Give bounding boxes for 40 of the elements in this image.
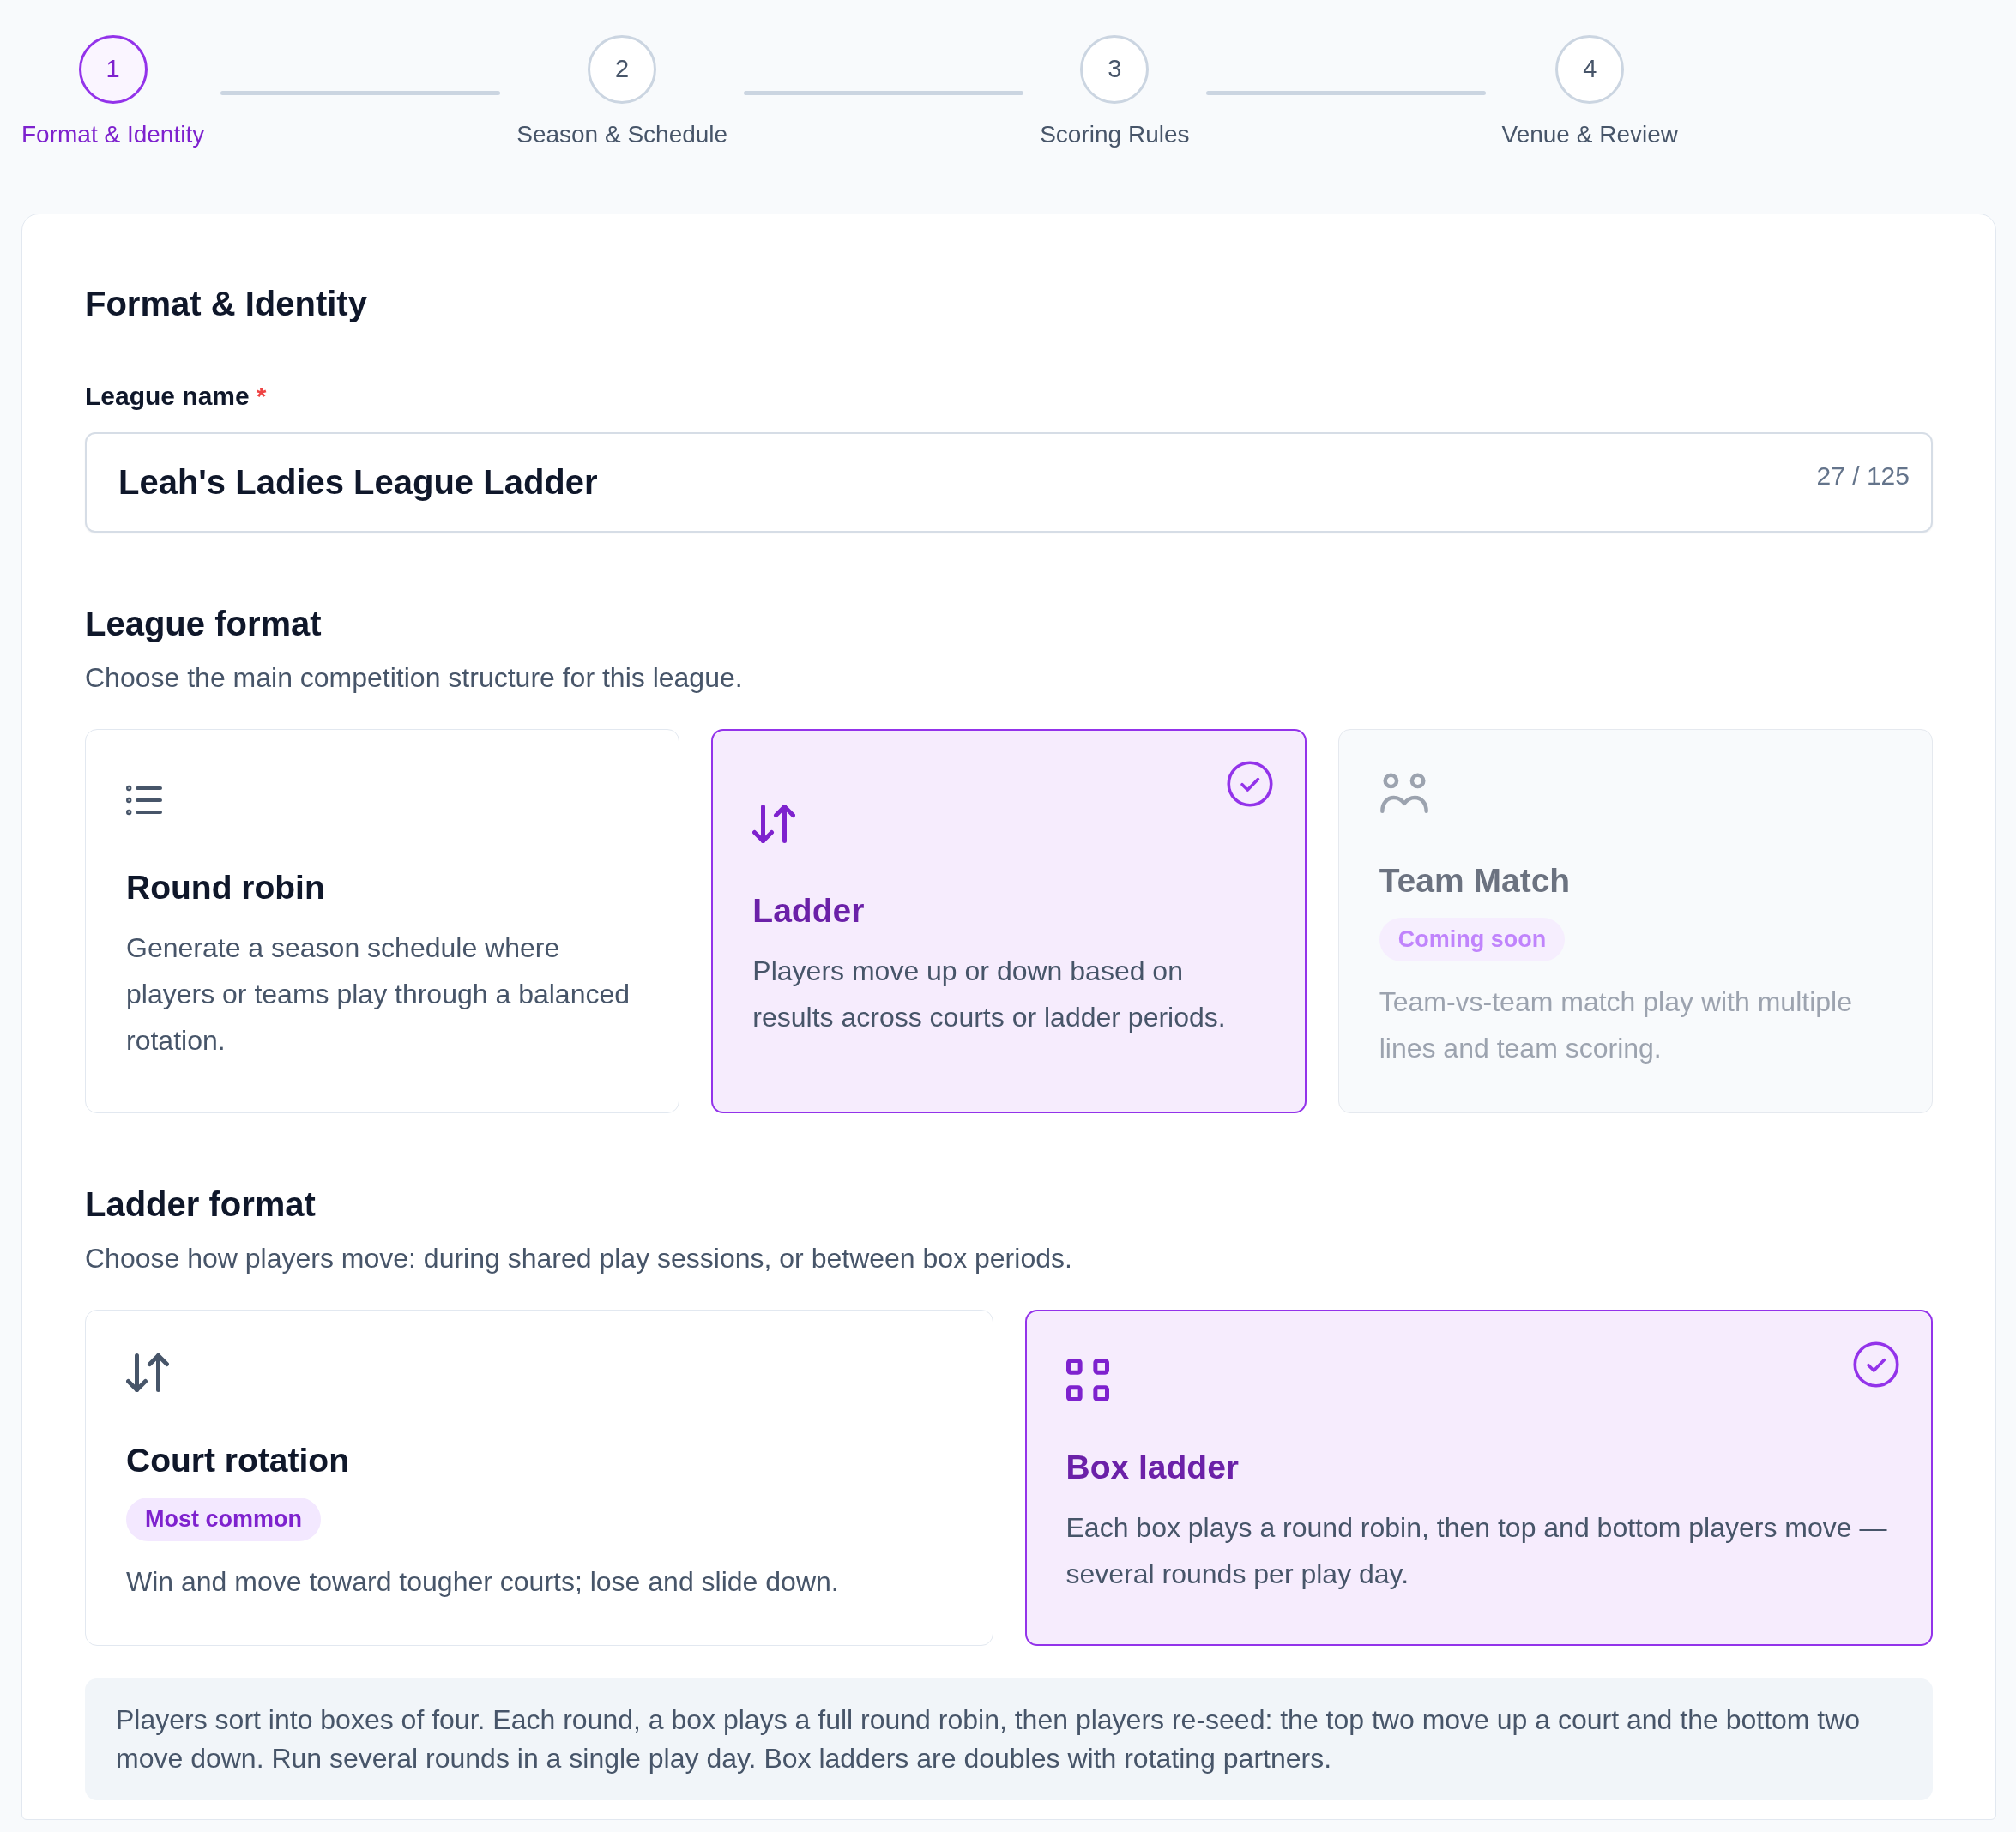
step-indicator[interactable]: 3 <box>1080 35 1150 104</box>
check-circle-icon <box>1853 1341 1899 1388</box>
step-indicator[interactable]: 4 <box>1555 35 1625 104</box>
step-indicator[interactable]: 1 <box>78 35 148 104</box>
option-badge: Most common <box>126 1497 321 1541</box>
option-title: Round robin <box>126 868 326 907</box>
check-circle-icon <box>1226 761 1273 807</box>
format-option-card[interactable]: Ladder Players move up or down based on results across courts or ladder periods. <box>711 729 1307 1113</box>
option-title: Court rotation <box>126 1440 350 1480</box>
option-title: Ladder <box>752 891 866 931</box>
up-down-arrows-icon <box>752 804 796 843</box>
character-counter: 27 / 125 <box>1816 461 1910 491</box>
option-title: Team Match <box>1379 860 1572 901</box>
ladder-option-card[interactable]: Box ladder Each box plays a round robin, then top and bottom players move — several rounds per play day. <box>1024 1310 1933 1646</box>
option-description: Generate a season schedule where players or teams play through a balanced rotation. <box>126 931 631 1058</box>
format-option-card[interactable]: Round robin Generate a season schedule where players or teams play through a balanced rotation. <box>85 729 680 1113</box>
step-label: Venue & Review <box>1501 120 1678 149</box>
step-label: Format & Identity <box>21 120 205 149</box>
up-down-arrows-icon <box>126 1353 169 1392</box>
info-note: Players sort into boxes of four. Each round, a box plays a full round robin, then players re-seed: the top two move up a court and the bottom two move down. Run several rounds in a single play day. Box ladders are doubles with rotating partners. <box>85 1678 1933 1800</box>
four-squares-icon <box>1065 1359 1109 1401</box>
section-title: Format & Identity <box>85 284 368 324</box>
option-description: Each box plays a round robin, then top and bottom players move — several rounds per play day. <box>1065 1511 1888 1591</box>
option-title: Box ladder <box>1065 1448 1240 1487</box>
step-indicator[interactable]: 2 <box>588 35 657 104</box>
step-label: Season & Schedule <box>516 120 728 149</box>
option-description: Win and move toward tougher courts; lose and slide down. <box>126 1564 840 1599</box>
two-people-icon <box>1379 773 1429 813</box>
step-label: Scoring Rules <box>1040 120 1190 149</box>
required-mark: * <box>256 381 267 412</box>
option-description: Team-vs-team match play with multiple lines and team scoring. <box>1379 985 1853 1065</box>
section-description: Choose how players move: during shared play sessions, or between box periods. <box>85 1242 1073 1275</box>
option-badge: Coming soon <box>1379 917 1566 961</box>
section-heading: League format <box>85 604 323 644</box>
option-description: Players move up or down based on results across courts or ladder periods. <box>752 955 1227 1034</box>
section-description: Choose the main competition structure for this league. <box>85 661 744 694</box>
list-icon <box>126 785 162 816</box>
ladder-option-card[interactable]: Court rotation Most common Win and move toward tougher courts; lose and slide down. <box>85 1310 993 1646</box>
field-label: League name <box>85 381 250 412</box>
section-heading: Ladder format <box>85 1184 317 1225</box>
